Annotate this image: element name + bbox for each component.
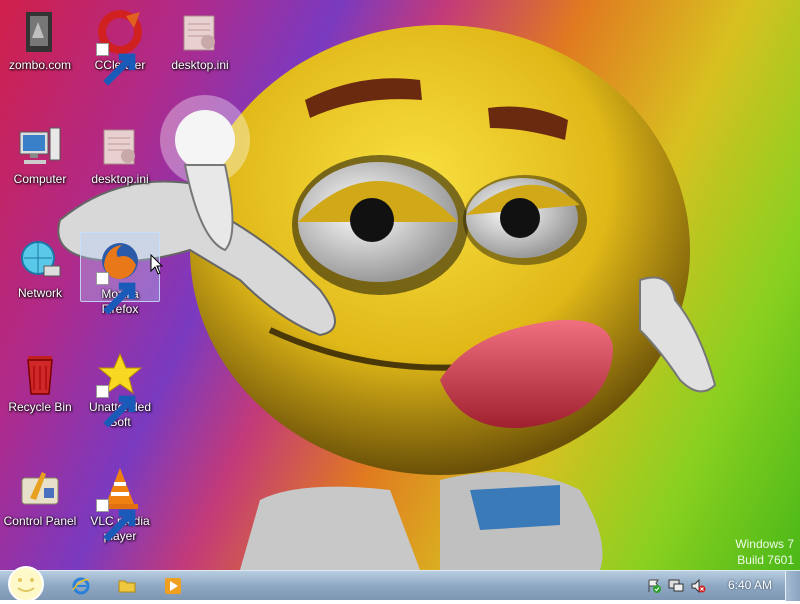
windows-build-watermark: Windows 7 Build 7601 [735,536,794,568]
shortcut-arrow-icon [96,272,136,315]
speaker-muted-icon [691,578,706,594]
desktop-icon-recycle-bin[interactable]: Recycle Bin [0,346,80,446]
desktop-icon-label: Control Panel [3,514,77,528]
watermark-os: Windows 7 [735,537,794,551]
start-button[interactable] [4,566,48,602]
ie-icon [72,577,90,595]
network-monitor-icon [668,579,684,592]
desktop-icon-label: Network [17,286,62,300]
control-panel-icon [16,464,64,512]
desktop-icon-ccleaner[interactable]: CCleaner [80,4,160,104]
taskbar-pinned-media-player[interactable] [156,573,190,599]
taskbar-pinned-explorer[interactable] [110,573,144,599]
desktop-icon-label: Recycle Bin [8,400,72,414]
mouse-cursor-icon [150,254,164,275]
desktop-icon-network[interactable]: Network [0,232,80,332]
watermark-build: Build 7601 [737,553,794,567]
explorer-folder-icon [118,580,136,593]
config-file-icon [96,122,144,170]
tray-volume[interactable] [690,578,706,594]
desktop-icon-label: zombo.com [8,58,72,72]
recycle-bin-icon [16,350,64,398]
shortcut-arrow-icon [96,499,136,542]
taskbar-pinned-ie[interactable] [64,573,98,599]
taskbar: 6:40 AM [0,566,800,602]
firefox-icon [96,237,144,315]
desktop-icon-label: Computer [13,172,67,186]
ccleaner-icon [96,8,144,86]
tray-network[interactable] [668,578,684,594]
flag-check-icon [648,579,661,593]
tray-clock[interactable]: 6:40 AM [728,578,772,592]
config-file-icon [176,8,224,56]
desktop-icon-computer[interactable]: Computer [0,118,80,218]
desktop-icon-desktop-ini-1[interactable]: desktop.ini [160,4,240,104]
computer-icon [16,122,64,170]
shortcut-arrow-icon [96,43,136,86]
desktop-icon-label: desktop.ini [91,172,149,186]
desktop-icon-zombo[interactable]: zombo.com [0,4,80,104]
star-icon [96,350,144,428]
desktop-icon-label: desktop.ini [171,58,229,72]
smiley-start-icon [8,566,44,602]
desktop[interactable]: zombo.com Computer Network Recycle Bin C… [0,0,800,570]
show-desktop-button[interactable] [785,571,800,601]
application-icon [16,8,64,56]
desktop-icon-control-panel[interactable]: Control Panel [0,460,80,560]
shortcut-arrow-icon [96,385,136,428]
desktop-icon-desktop-ini-2[interactable]: desktop.ini [80,118,160,218]
tray-action-center[interactable] [646,578,662,594]
desktop-icon-firefox[interactable]: Mozilla Firefox [80,232,160,316]
desktop-icon-vlc[interactable]: VLC media player [80,460,160,560]
network-globe-icon [16,236,64,284]
media-player-icon [165,578,181,594]
desktop-icon-unattended-soft[interactable]: Unattended Soft [80,346,160,446]
vlc-cone-icon [96,464,144,542]
